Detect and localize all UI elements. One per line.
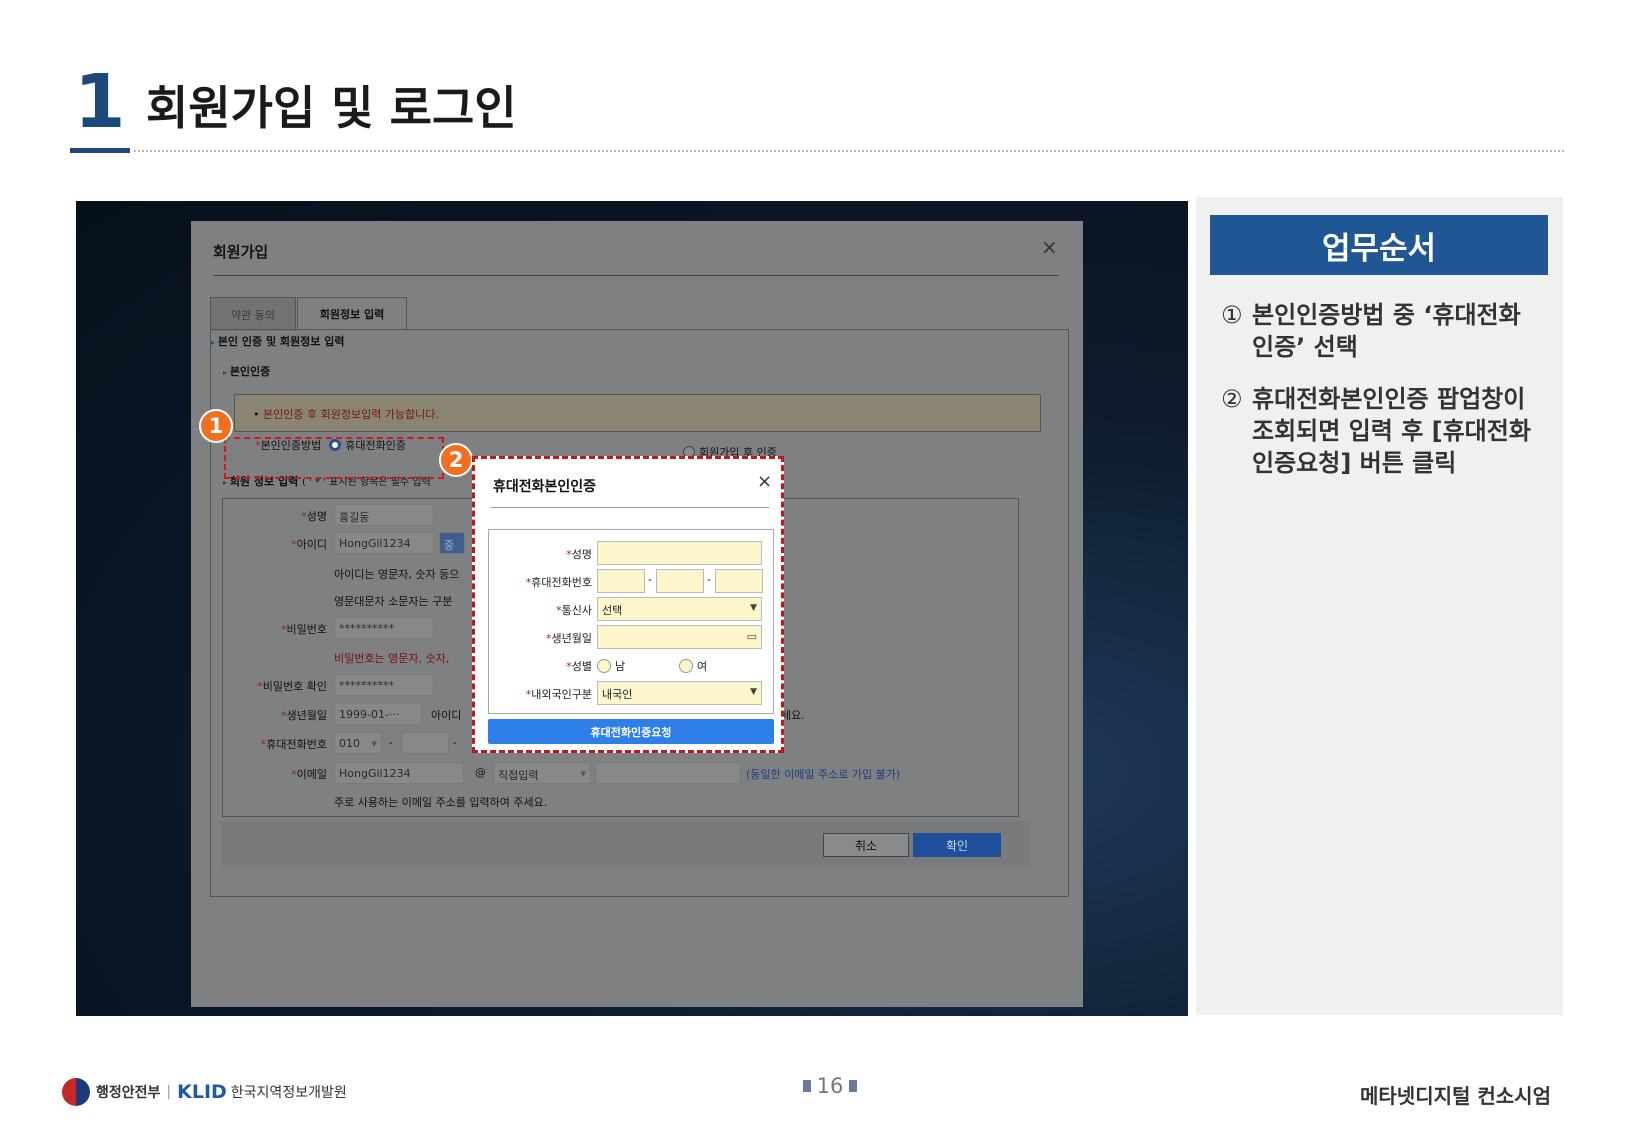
- tab-terms[interactable]: 약관 동의: [210, 297, 296, 331]
- id-check-button[interactable]: 중: [439, 532, 465, 554]
- email-label: *이메일: [291, 768, 327, 781]
- popup-gender-female[interactable]: 여: [679, 658, 707, 674]
- popup-phone-input-1[interactable]: [597, 569, 645, 593]
- birth-hint-tail: 세요.: [781, 709, 805, 722]
- footer-separator: |: [166, 1084, 172, 1100]
- gov-emblem-icon: [62, 1078, 90, 1106]
- popup-gender-label: *성별: [566, 660, 592, 673]
- notice-box: 본인인증 후 회원정보입력 가능합니다.: [234, 394, 1041, 432]
- modal-title: 회원가입: [213, 243, 269, 261]
- gov-name: 행정안전부: [96, 1085, 161, 1101]
- phone-dash: -: [389, 736, 393, 749]
- sidebar: 업무순서 ① 본인인증방법 중 ‘휴대전화 인증’ 선택 ② 휴대전화본인인증 팝업…: [1196, 197, 1563, 1015]
- step-1-line2: 인증’ 선택: [1252, 333, 1358, 361]
- screenshot-area: 회원가입 × 약관 동의 회원정보 입력 본인 인증 및 회원정보 입력 본인인…: [76, 201, 1188, 1016]
- radio-male[interactable]: [597, 659, 611, 673]
- birth-hint: 아이디: [431, 709, 462, 722]
- id-note-1: 아이디는 영문자, 숫자 등으: [334, 568, 460, 581]
- footer-logos: 행정안전부 | KLID 한국지역정보개발원: [62, 1078, 347, 1106]
- birth-input[interactable]: 1999-01-···: [334, 703, 422, 725]
- email-domain-input[interactable]: [595, 762, 741, 784]
- popup-name-label: *성명: [566, 548, 592, 561]
- id-note-2: 영문대문자 소문자는 구분: [334, 595, 453, 608]
- step-badge-2: 2: [439, 443, 473, 477]
- step-2-line1: 휴대전화본인인증 팝업창이: [1252, 385, 1526, 413]
- modal-divider: [213, 275, 1059, 276]
- step-2: ② 휴대전화본인인증 팝업창이 조회되면 입력 후 [휴대전화 인증요청] 버튼 …: [1221, 383, 1551, 479]
- step-1-line1: 본인인증방법 중 ‘휴대전화: [1252, 301, 1521, 329]
- phone-label: *휴대전화번호: [260, 738, 327, 751]
- page-number: 16: [790, 1074, 870, 1098]
- popup-phone-input-2[interactable]: [656, 569, 704, 593]
- phone-prefix-select[interactable]: 010: [334, 732, 382, 754]
- popup-name-input[interactable]: [597, 541, 762, 565]
- cancel-button[interactable]: 취소: [823, 833, 909, 857]
- tab-member-info[interactable]: 회원정보 입력: [297, 297, 407, 331]
- title-divider: [134, 150, 1564, 152]
- popup-form: *성명 *휴대전화번호 - - *통신사 선택 *생년월일 *성별 남 여 *내…: [488, 529, 774, 714]
- section-auth-heading: 본인인증: [223, 363, 270, 379]
- close-icon[interactable]: ×: [1041, 235, 1058, 259]
- step-2-line2: 조회되면 입력 후 [휴대전화: [1252, 417, 1531, 445]
- sidebar-title: 업무순서: [1210, 215, 1548, 275]
- popup-phone-dash-2: -: [707, 573, 711, 586]
- email-domain-select[interactable]: 직접입력: [493, 762, 591, 784]
- step-2-line3: 인증요청] 버튼 클릭: [1252, 449, 1457, 477]
- popup-close-icon[interactable]: ×: [757, 471, 772, 492]
- popup-divider: [491, 507, 769, 508]
- highlight-box-1: [224, 437, 444, 479]
- popup-phone-input-3[interactable]: [715, 569, 763, 593]
- name-label: *성명: [301, 510, 327, 523]
- confirm-button[interactable]: 확인: [913, 833, 1001, 857]
- section-auth-info-heading: 본인 인증 및 회원정보 입력: [211, 333, 345, 349]
- popup-carrier-select[interactable]: 선택: [597, 597, 762, 621]
- pw-note: 비밀번호는 영문자, 숫자,: [334, 652, 450, 665]
- pw-label: *비밀번호: [281, 623, 327, 636]
- footer-company: 메타넷디지털 컨소시엄: [1360, 1084, 1551, 1108]
- klid-name: 한국지역정보개발원: [230, 1085, 347, 1101]
- pw-confirm-input[interactable]: **********: [334, 674, 434, 696]
- popup-birth-label: *생년월일: [546, 632, 592, 645]
- pw-confirm-label: *비밀번호 확인: [257, 680, 327, 693]
- section-number: 1: [74, 59, 126, 145]
- title-underline: [70, 148, 130, 153]
- step-badge-1: 1: [199, 409, 233, 443]
- pw-input[interactable]: **********: [334, 617, 434, 639]
- popup-nationality-select[interactable]: 내국인: [597, 681, 762, 705]
- id-label: *아이디: [291, 538, 327, 551]
- klid-logo: KLID: [177, 1081, 227, 1103]
- phone-mid-input[interactable]: [401, 732, 449, 754]
- popup-nationality-label: *내외국인구분: [525, 688, 592, 701]
- email-at: @: [475, 766, 486, 779]
- radio-female[interactable]: [679, 659, 693, 673]
- popup-birth-input[interactable]: [597, 625, 762, 649]
- popup-phone-label: *휴대전화번호: [525, 576, 592, 589]
- phone-auth-popup: 휴대전화본인인증 × *성명 *휴대전화번호 - - *통신사 선택 *생년월일…: [472, 456, 784, 753]
- phone-auth-request-button[interactable]: 휴대전화인증요청: [488, 719, 774, 744]
- email-note: 주로 사용하는 이메일 주소를 입력하여 주세요.: [334, 796, 548, 809]
- step-1-number: ①: [1221, 301, 1243, 329]
- email-input[interactable]: HongGil1234: [334, 762, 464, 784]
- popup-title: 휴대전화본인인증: [493, 479, 597, 495]
- email-warning: (동일한 이메일 주소로 가입 불가): [746, 768, 901, 781]
- id-input[interactable]: HongGil1234: [334, 532, 434, 554]
- phone-dash-2: -: [453, 736, 457, 749]
- popup-gender-male[interactable]: 남: [597, 658, 625, 674]
- popup-phone-dash-1: -: [648, 573, 652, 586]
- step-1: ① 본인인증방법 중 ‘휴대전화 인증’ 선택: [1221, 299, 1551, 363]
- step-2-number: ②: [1221, 385, 1243, 413]
- popup-carrier-label: *통신사: [556, 604, 592, 617]
- notice-text: 본인인증 후 회원정보입력 가능합니다.: [253, 406, 439, 422]
- name-input[interactable]: 홍길동: [334, 504, 434, 526]
- section-title: 회원가입 및 로그인: [146, 81, 517, 135]
- birth-label: *생년월일: [281, 709, 327, 722]
